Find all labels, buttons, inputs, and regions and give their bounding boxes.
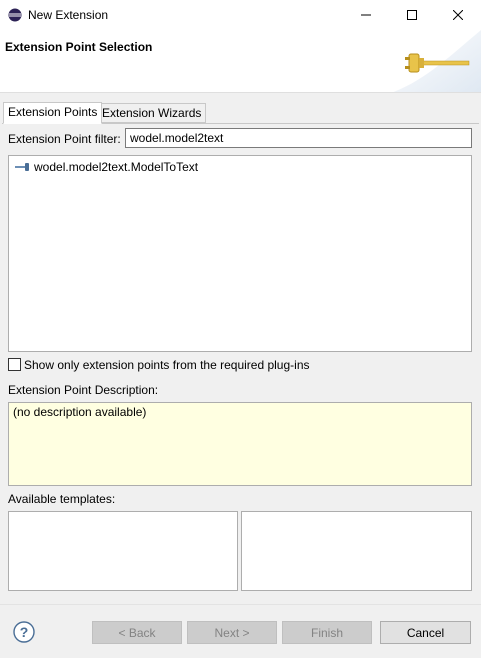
cancel-button[interactable]: Cancel xyxy=(380,621,471,644)
wizard-header: Extension Point Selection xyxy=(0,30,481,93)
close-icon xyxy=(453,10,463,20)
page-title: Extension Point Selection xyxy=(5,40,153,54)
tab-extension-points[interactable]: Extension Points xyxy=(3,102,103,124)
back-button[interactable]: < Back xyxy=(92,621,182,644)
description-box: (no description available) xyxy=(8,402,472,486)
svg-text:?: ? xyxy=(20,624,29,640)
extension-point-list[interactable]: wodel.model2text.ModelToText xyxy=(8,155,472,352)
next-button[interactable]: Next > xyxy=(187,621,277,644)
footer-separator xyxy=(0,604,481,605)
finish-button[interactable]: Finish xyxy=(282,621,372,644)
list-item-label: wodel.model2text.ModelToText xyxy=(34,160,199,174)
template-preview xyxy=(241,511,472,591)
filter-label: Extension Point filter: xyxy=(8,132,121,146)
title-bar: New Extension xyxy=(0,0,481,30)
required-only-checkbox[interactable] xyxy=(8,358,21,371)
window-title: New Extension xyxy=(28,8,109,22)
description-text: (no description available) xyxy=(13,405,147,419)
minimize-icon xyxy=(361,14,371,16)
required-only-label: Show only extension points from the requ… xyxy=(24,358,310,372)
eclipse-app-icon xyxy=(8,8,22,22)
tab-extension-wizards[interactable]: Extension Wizards xyxy=(97,103,207,123)
extension-point-icon xyxy=(15,163,29,171)
templates-list[interactable] xyxy=(8,511,238,591)
description-label: Extension Point Description: xyxy=(8,383,159,397)
close-button[interactable] xyxy=(435,0,481,30)
plug-icon xyxy=(405,53,470,73)
minimize-button[interactable] xyxy=(343,0,389,30)
maximize-button[interactable] xyxy=(389,0,435,30)
list-item[interactable]: wodel.model2text.ModelToText xyxy=(15,160,198,174)
maximize-icon xyxy=(407,10,417,20)
filter-input[interactable] xyxy=(125,128,472,148)
templates-label: Available templates: xyxy=(8,492,116,506)
help-icon[interactable]: ? xyxy=(13,621,35,643)
